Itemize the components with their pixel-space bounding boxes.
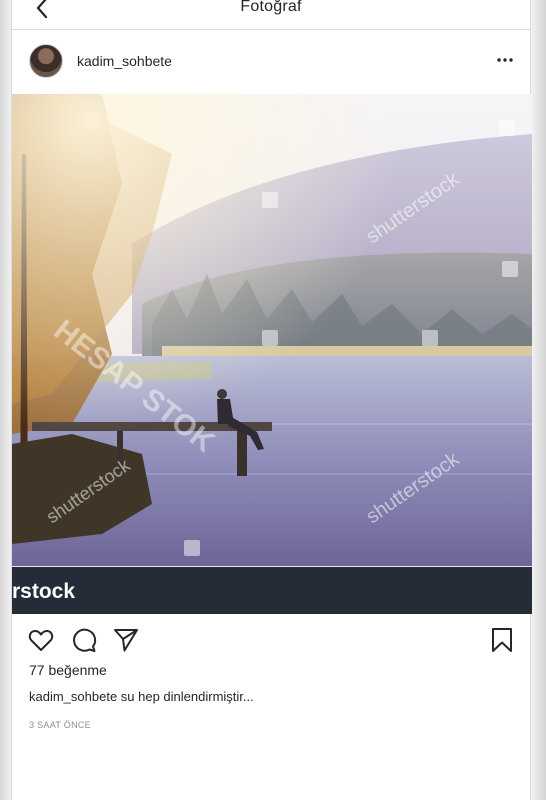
like-button[interactable] <box>27 626 55 654</box>
more-options-button[interactable] <box>496 51 514 69</box>
more-horizontal-icon <box>497 58 513 62</box>
top-bar: Fotoğraf <box>12 0 530 30</box>
watermark-bar <box>12 567 532 614</box>
post-header: kadim_sohbete <box>12 31 530 93</box>
like-count[interactable]: 77 beğenme <box>29 662 107 678</box>
lake-photo: shutterstock shutterstock shutterstock H… <box>12 94 532 614</box>
watermark-strip-text: rstock <box>12 580 75 603</box>
post-caption: kadim_sohbete su hep dinlendirmiştir... <box>29 689 254 704</box>
bookmark-icon <box>492 628 512 652</box>
share-button[interactable] <box>112 626 140 654</box>
post-timestamp: 3 SAAT ÖNCE <box>29 720 91 730</box>
page-title: Fotoğraf <box>240 0 302 15</box>
send-icon <box>114 629 138 652</box>
window-shadow-left <box>0 0 11 800</box>
save-button[interactable] <box>488 626 516 654</box>
post-view: Fotoğraf kadim_sohbete shutterstock shut… <box>11 0 532 800</box>
comment-button[interactable] <box>70 626 98 654</box>
heart-icon <box>28 629 54 651</box>
window-shadow-right <box>531 0 546 800</box>
avatar[interactable] <box>29 44 63 78</box>
comment-icon <box>73 628 97 652</box>
username[interactable]: kadim_sohbete <box>77 53 172 69</box>
post-actions <box>12 622 530 658</box>
post-photo[interactable]: shutterstock shutterstock shutterstock H… <box>12 94 532 614</box>
